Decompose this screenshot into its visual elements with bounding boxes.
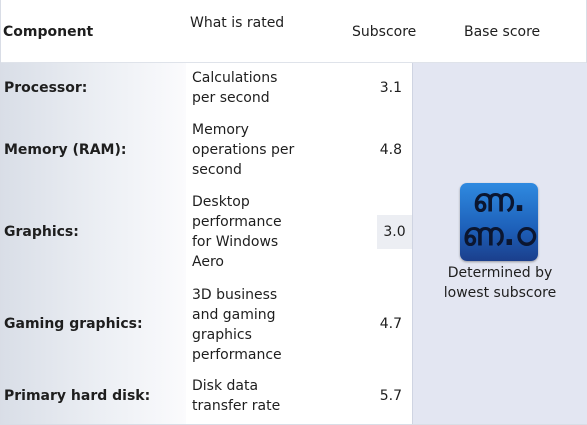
subscore-value: 5.7 (379, 388, 402, 404)
component-name: Gaming graphics: (4, 316, 143, 332)
component-description: Calculations per second (192, 70, 278, 106)
score-breakdown-table: Component What is rated Subscore Base sc… (0, 0, 587, 425)
table-header: Component What is rated Subscore Base sc… (1, 0, 586, 63)
component-name: Processor: (4, 80, 88, 96)
subscore-value: 4.7 (379, 316, 402, 332)
badge-bottom-glyphs: ണ.ഠ (462, 217, 536, 253)
component-description: 3D business and gaming graphics performa… (192, 287, 282, 363)
table-row: Memory (RAM): Memory operations per seco… (1, 118, 412, 186)
component-description: Disk data transfer rate (192, 378, 281, 414)
subscore-value: 4.8 (379, 142, 402, 158)
header-component: Component (3, 24, 94, 40)
table-row: Processor: Calculations per second 3.1 (1, 63, 412, 118)
subscore-value: 3.1 (379, 80, 402, 96)
component-name: Graphics: (4, 224, 79, 240)
component-description: Desktop performance for Windows Aero (192, 194, 282, 270)
component-description: Memory operations per second (192, 122, 295, 178)
header-subscore: Subscore (352, 24, 417, 40)
header-what-is-rated: What is rated (190, 15, 285, 31)
base-score-badge-icon: ണ. ണ.ഠ (460, 183, 538, 261)
component-name: Primary hard disk: (4, 388, 151, 404)
table-row: Gaming graphics: 3D business and gaming … (1, 282, 412, 372)
table-row: Graphics: Desktop performance for Window… (1, 186, 412, 282)
component-name: Memory (RAM): (4, 142, 127, 158)
table-row: Primary hard disk: Disk data transfer ra… (1, 372, 412, 424)
lowest-subscore-value: 3.0 (377, 215, 412, 249)
header-base-score: Base score (464, 24, 541, 40)
base-score-caption: Determined by lowest subscore (443, 265, 557, 301)
badge-top-glyphs: ണ. (472, 183, 526, 219)
